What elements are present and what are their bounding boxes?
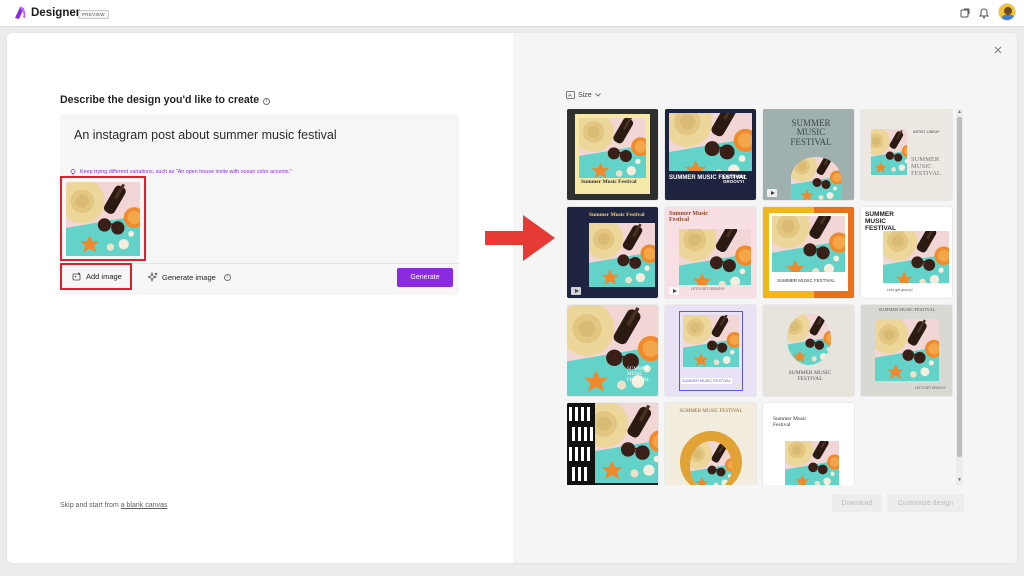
card-title: SUMMER MUSIC FESTIVAL <box>777 278 835 283</box>
blank-canvas-link[interactable]: a blank canvas <box>121 502 168 509</box>
card-subtitle: LET'S GET GROOVY <box>691 287 725 291</box>
create-design-dialog: Describe the design you'd like to create… <box>7 33 1017 563</box>
info-icon[interactable]: i <box>263 98 271 105</box>
chevron-down-icon <box>594 93 601 97</box>
add-image-label: Add image <box>86 272 122 281</box>
generate-image-label: Generate image <box>162 272 216 282</box>
hint-text: Keep trying different variations, such a… <box>70 169 292 175</box>
prompt-box[interactable]: An instagram post about summer music fes… <box>60 114 459 295</box>
design-card-11[interactable]: SUMMER MUSIC FESTIVAL <box>763 305 854 396</box>
card-title: Summer Music Festival <box>669 211 709 224</box>
download-button[interactable]: Download <box>832 494 882 512</box>
scroll-down-icon[interactable]: ▼ <box>957 478 962 483</box>
size-label: Size <box>578 91 592 99</box>
card-subtitle: ARTIST LINEUP <box>913 130 940 134</box>
prompt-input[interactable]: An instagram post about summer music fes… <box>74 128 337 142</box>
design-card-13[interactable] <box>567 403 658 485</box>
results-scrollbar[interactable]: ▲ ▼ <box>956 109 963 485</box>
add-image-icon <box>72 272 81 280</box>
notification-bell-icon[interactable] <box>977 6 991 20</box>
card-title: Summer Music Festival <box>581 179 637 185</box>
design-card-10[interactable]: SUMMER MUSIC FESTIVAL <box>665 305 756 396</box>
generate-image-info-icon[interactable]: i <box>223 273 231 281</box>
close-icon[interactable] <box>992 44 1004 56</box>
card-subtitle: LET'S GET GROOVY <box>915 386 946 390</box>
generate-button[interactable]: Generate <box>397 268 453 287</box>
card-title: SUMMER MUSIC FESTIVAL <box>790 118 832 147</box>
pattern-strip <box>567 403 595 485</box>
design-card-5[interactable]: Summer Music Festival <box>567 207 658 298</box>
design-card-8[interactable]: SUMMER MUSIC FESTIVAL Let's get groovy! <box>861 207 952 298</box>
sparkle-icon <box>148 272 158 282</box>
card-subtitle: Let's get groovy! <box>887 288 913 292</box>
card-title: SUMMER MUSIC FESTIVAL <box>865 211 896 232</box>
design-card-7[interactable]: SUMMER MUSIC FESTIVAL <box>763 207 854 298</box>
share-icon[interactable] <box>958 6 972 20</box>
design-card-4[interactable]: ARTIST LINEUP SUMMER MUSIC FESTIVAL <box>861 109 952 200</box>
uploaded-image-thumbnail[interactable] <box>60 176 146 261</box>
video-icon <box>669 287 679 295</box>
designer-logo-icon <box>15 6 26 19</box>
card-subtitle: LET'S GET GROOVY! <box>723 174 747 184</box>
card-title: SUMMER MUSIC FESTIVAL <box>679 409 743 414</box>
size-dropdown[interactable]: Size <box>566 91 601 99</box>
scrollbar-thumb[interactable] <box>957 117 962 457</box>
design-card-1[interactable]: Summer Music Festival <box>567 109 658 200</box>
design-card-2[interactable]: SUMMER MUSIC FESTIVAL LET'S GET GROOVY! <box>665 109 756 200</box>
design-card-3[interactable]: SUMMER MUSIC FESTIVAL <box>763 109 854 200</box>
skip-prefix: Skip and start from <box>60 502 119 509</box>
preview-badge: PREVIEW <box>78 10 109 19</box>
scroll-up-icon[interactable]: ▲ <box>957 110 962 115</box>
video-icon <box>571 287 581 295</box>
top-bar: Designer PREVIEW <box>0 0 1024 27</box>
video-icon <box>767 189 777 197</box>
card-title: Summer Music Festival <box>589 212 645 218</box>
red-arrow-icon <box>485 215 555 261</box>
add-image-button[interactable]: Add image <box>60 263 132 290</box>
size-icon <box>566 91 575 99</box>
generate-image-button[interactable]: Generate image i <box>148 272 231 282</box>
card-title: SUMMER MUSIC FESTIVAL <box>911 156 941 177</box>
design-card-14[interactable]: SUMMER MUSIC FESTIVAL <box>665 403 756 485</box>
card-title: SUMMER MUSIC FESTIVAL <box>788 370 832 382</box>
design-card-9[interactable]: SUMMER MUSIC FESTIVAL <box>567 305 658 396</box>
prompt-heading-text: Describe the design you'd like to create <box>60 94 260 106</box>
user-avatar[interactable] <box>998 3 1016 21</box>
design-card-6[interactable]: Summer Music Festival LET'S GET GROOVY <box>665 207 756 298</box>
uploaded-photo <box>66 182 140 256</box>
hint-label: Keep trying different variations, such a… <box>80 169 292 175</box>
lightbulb-icon <box>70 169 76 175</box>
card-title: SUMMER MUSIC FESTIVAL <box>627 367 650 383</box>
card-title: SUMMER MUSIC FESTIVAL <box>878 307 936 312</box>
design-card-12[interactable]: SUMMER MUSIC FESTIVAL LET'S GET GROOVY <box>861 305 952 396</box>
card-title: SUMMER MUSIC FESTIVAL <box>681 378 732 384</box>
design-grid: Summer Music Festival SUMMER MUSIC FESTI… <box>567 109 963 485</box>
customize-design-button[interactable]: Customize design <box>887 494 964 512</box>
app-name: Designer <box>31 7 81 19</box>
prompt-heading: Describe the design you'd like to create… <box>60 94 271 106</box>
skip-text: Skip and start from a blank canvas <box>60 502 167 509</box>
design-card-15[interactable]: Summer Music Festival <box>763 403 854 485</box>
card-title: Summer Music Festival <box>773 416 807 428</box>
